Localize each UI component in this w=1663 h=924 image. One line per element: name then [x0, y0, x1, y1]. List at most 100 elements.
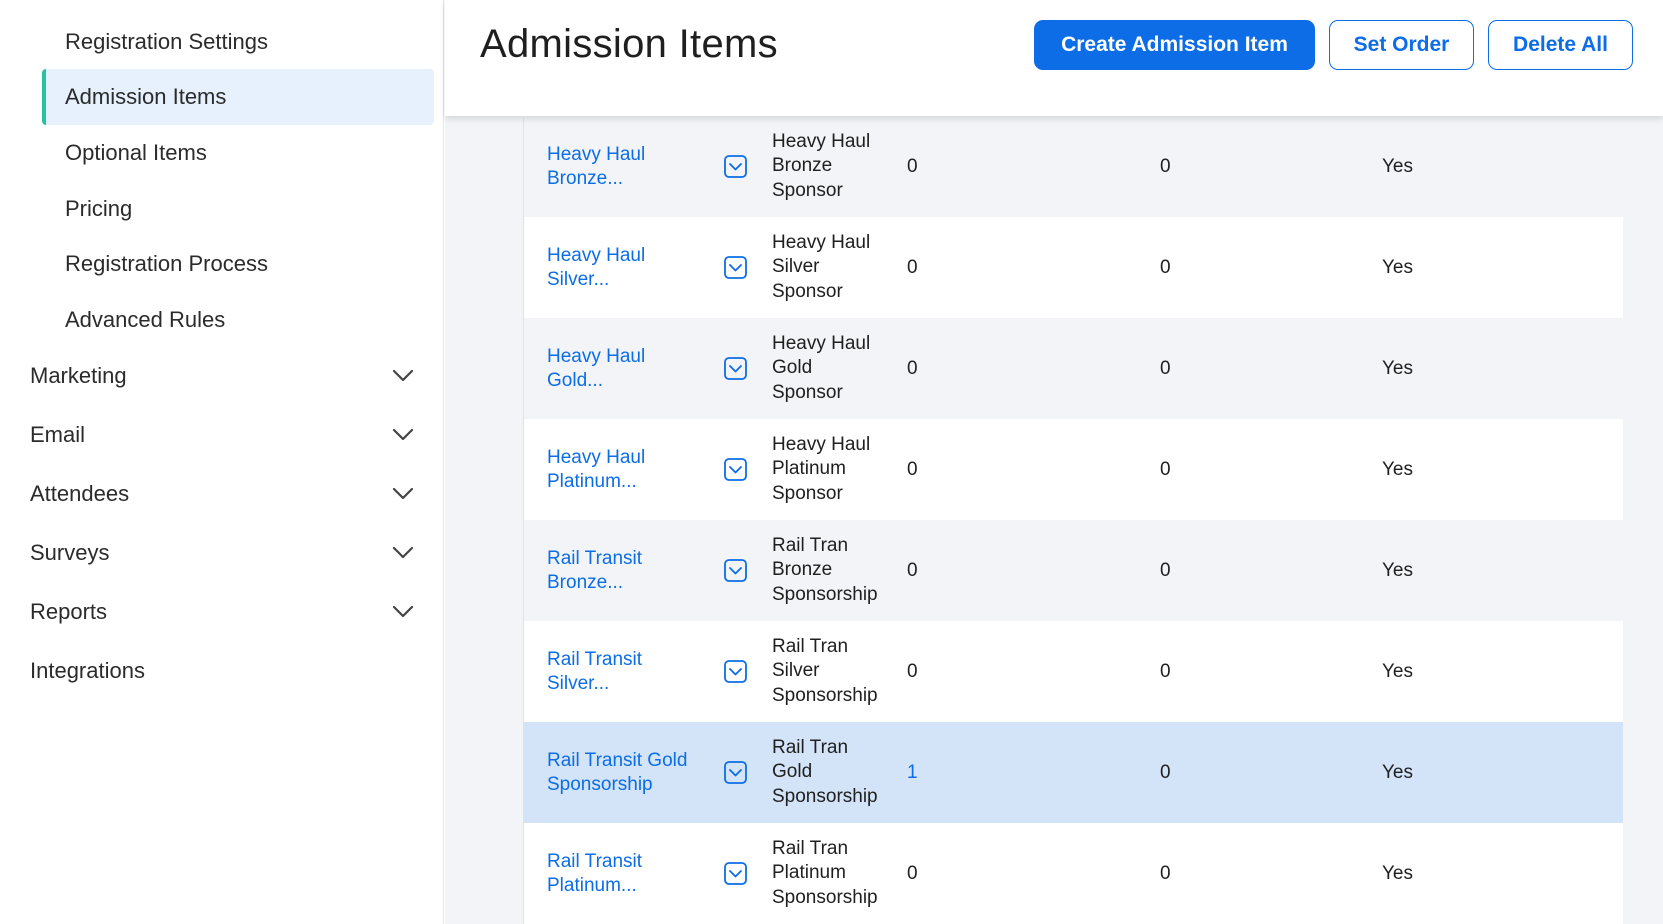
admission-item-name-link[interactable]: Heavy Haul Gold...: [547, 318, 707, 419]
checkbox-dropdown-icon[interactable]: [724, 761, 747, 784]
name-line: Platinum...: [547, 874, 637, 896]
desc-line: Heavy Haul: [772, 332, 871, 354]
checkbox-dropdown-icon[interactable]: [724, 458, 747, 481]
checkbox-dropdown-icon[interactable]: [724, 862, 747, 885]
desc-line: Heavy Haul: [772, 231, 871, 253]
name-line: Bronze...: [547, 571, 624, 593]
sidebar-item-label: Registration Process: [65, 251, 268, 276]
table-row: Rail Transit Platinum... Rail Tran Plati…: [524, 823, 1623, 924]
admission-item-description: Rail Tran Bronze Sponsorship: [772, 520, 912, 621]
name-line: Gold...: [547, 369, 603, 391]
sidebar-item-integrations[interactable]: Integrations: [30, 643, 414, 699]
desc-line: Sponsorship: [772, 886, 878, 908]
desc-line: Silver: [772, 256, 820, 278]
registered-count-link[interactable]: 1: [907, 722, 918, 823]
sidebar-item-label: Optional Items: [65, 140, 207, 165]
registered-count: 0: [907, 458, 918, 480]
desc-line: Gold: [772, 357, 813, 379]
admission-item-name-link[interactable]: Heavy Haul Bronze...: [547, 118, 707, 217]
sidebar-item-admission-items[interactable]: Admission Items: [42, 69, 434, 125]
chevron-down-icon[interactable]: [392, 542, 414, 564]
sidebar-item-pricing[interactable]: Pricing: [42, 181, 434, 237]
sidebar-item-advanced-rules[interactable]: Advanced Rules: [42, 292, 434, 348]
desc-line: Heavy Haul: [772, 433, 871, 455]
registered-count: 0: [907, 357, 918, 379]
desc-line: Rail Tran: [772, 635, 849, 657]
secondary-count: 0: [1160, 155, 1171, 177]
chevron-down-icon[interactable]: [392, 424, 414, 446]
active-status: Yes: [1382, 155, 1413, 177]
sidebar-item-marketing[interactable]: Marketing: [30, 348, 414, 404]
checkbox-dropdown-icon[interactable]: [724, 256, 747, 279]
active-status: Yes: [1382, 559, 1413, 581]
admission-item-name-link[interactable]: Rail Transit Platinum...: [547, 823, 707, 924]
desc-line: Gold: [772, 761, 813, 783]
sidebar-item-registration-process[interactable]: Registration Process: [42, 236, 434, 292]
desc-line: Rail Tran: [772, 736, 849, 758]
chevron-down-icon[interactable]: [392, 483, 414, 505]
checkbox-dropdown-icon[interactable]: [724, 357, 747, 380]
page-title: Admission Items: [480, 22, 778, 66]
checkbox-dropdown-icon[interactable]: [724, 559, 747, 582]
secondary-count: 0: [1160, 458, 1171, 480]
table-row: Rail Transit Silver... Rail Tran Silver …: [524, 621, 1623, 722]
checkbox-dropdown-icon[interactable]: [724, 155, 747, 178]
name-line: Rail Transit Gold: [547, 749, 688, 771]
admission-item-name-link[interactable]: Heavy Haul Silver...: [547, 217, 707, 318]
sidebar-item-attendees[interactable]: Attendees: [30, 466, 414, 522]
secondary-count: 0: [1160, 559, 1171, 581]
admission-item-description: Heavy Haul Silver Sponsor: [772, 217, 912, 318]
registered-count: 0: [907, 256, 918, 278]
table-row: Heavy Haul Platinum... Heavy Haul Platin…: [524, 419, 1623, 520]
table-row: Heavy Haul Bronze... Heavy Haul Bronze S…: [524, 118, 1623, 217]
secondary-count: 0: [1160, 761, 1171, 783]
admission-item-name-link[interactable]: Rail Transit Gold Sponsorship: [547, 722, 707, 823]
admission-item-description: Rail Tran Silver Sponsorship: [772, 621, 912, 722]
desc-line: Rail Tran: [772, 837, 849, 859]
secondary-count: 0: [1160, 660, 1171, 682]
name-line: Heavy Haul: [547, 244, 646, 266]
sidebar-item-label: Attendees: [30, 481, 130, 506]
sidebar-item-registration-settings[interactable]: Registration Settings: [42, 14, 434, 70]
registered-count: 0: [907, 862, 918, 884]
sidebar-item-optional-items[interactable]: Optional Items: [42, 125, 434, 181]
admission-item-description: Heavy Haul Bronze Sponsor: [772, 118, 912, 217]
table-row-selected: Rail Transit Gold Sponsorship Rail Tran …: [524, 722, 1623, 823]
sidebar-item-label: Surveys: [30, 540, 110, 565]
page-header: Admission Items Create Admission Item Se…: [445, 0, 1663, 116]
name-line: Heavy Haul: [547, 446, 646, 468]
sidebar-item-email[interactable]: Email: [30, 407, 414, 463]
sidebar-item-surveys[interactable]: Surveys: [30, 525, 414, 581]
desc-line: Sponsorship: [772, 684, 878, 706]
admission-item-name-link[interactable]: Heavy Haul Platinum...: [547, 419, 707, 520]
name-line: Heavy Haul: [547, 143, 646, 165]
admission-item-name-link[interactable]: Rail Transit Silver...: [547, 621, 707, 722]
delete-all-button[interactable]: Delete All: [1488, 20, 1633, 70]
chevron-down-icon[interactable]: [392, 365, 414, 387]
registered-count: 0: [907, 155, 918, 177]
sidebar: Registration Settings Admission Items Op…: [0, 0, 444, 924]
create-admission-item-button[interactable]: Create Admission Item: [1034, 20, 1315, 70]
name-line: Silver...: [547, 268, 610, 290]
registered-count: 0: [907, 660, 918, 682]
desc-line: Platinum: [772, 862, 846, 884]
table-row: Heavy Haul Gold... Heavy Haul Gold Spons…: [524, 318, 1623, 419]
desc-line: Bronze: [772, 559, 833, 581]
set-order-button[interactable]: Set Order: [1329, 20, 1474, 70]
desc-line: Bronze: [772, 155, 833, 177]
chevron-down-icon[interactable]: [392, 601, 414, 623]
admission-item-description: Rail Tran Platinum Sponsorship: [772, 823, 912, 924]
name-line: Rail Transit: [547, 648, 643, 670]
admission-item-description: Rail Tran Gold Sponsorship: [772, 722, 912, 823]
name-line: Bronze...: [547, 167, 624, 189]
active-status: Yes: [1382, 357, 1413, 379]
main-content: Admission Items Create Admission Item Se…: [445, 0, 1663, 924]
active-status: Yes: [1382, 458, 1413, 480]
admission-item-description: Heavy Haul Gold Sponsor: [772, 318, 912, 419]
sidebar-item-reports[interactable]: Reports: [30, 584, 414, 640]
active-status: Yes: [1382, 761, 1413, 783]
admission-item-name-link[interactable]: Rail Transit Bronze...: [547, 520, 707, 621]
sidebar-item-label: Marketing: [30, 363, 127, 388]
checkbox-dropdown-icon[interactable]: [724, 660, 747, 683]
sidebar-item-label: Pricing: [65, 196, 133, 221]
